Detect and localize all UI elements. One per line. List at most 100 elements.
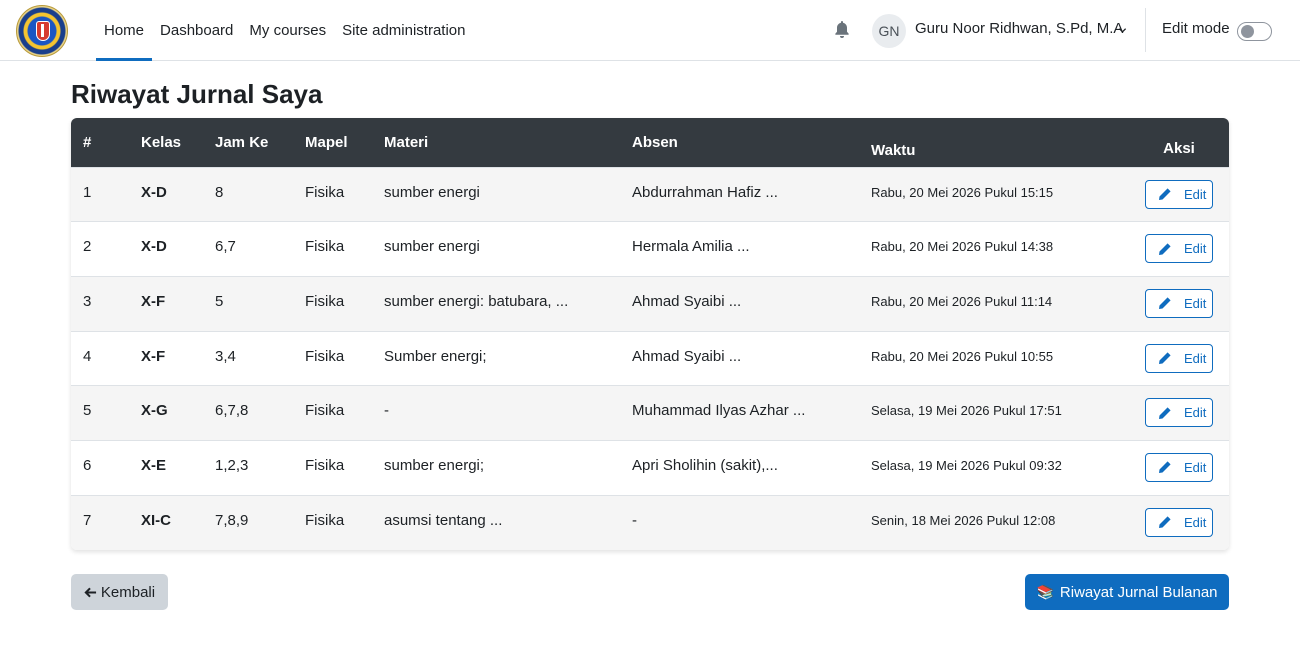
cell-kelas: X-D — [141, 183, 167, 201]
books-icon: 📚 — [1036, 583, 1054, 600]
cell-waktu: Senin, 18 Mei 2026 Pukul 12:08 — [871, 512, 1056, 528]
cell-mapel: Fisika — [305, 456, 345, 474]
cell-mapel: Fisika — [305, 347, 345, 365]
edit-button[interactable]: Edit — [1145, 507, 1213, 537]
header-aksi: Aksi — [1163, 139, 1195, 157]
cell-absen: - — [632, 511, 637, 529]
cell-waktu: Selasa, 19 Mei 2026 Pukul 09:32 — [871, 457, 1062, 473]
table-row: 5 X-G 6,7,8 Fisika - Muhammad Ilyas Azhar ...… — [71, 385, 1229, 441]
nav-link-my-courses[interactable]: My courses — [241, 0, 334, 61]
toggle-knob — [1241, 25, 1254, 38]
notification-bell-icon[interactable] — [834, 21, 850, 39]
cell-mapel: Fisika — [305, 511, 345, 529]
header-mapel: Mapel — [305, 133, 348, 151]
cell-jam-ke: 6,7,8 — [215, 402, 249, 420]
table-header-row: # Kelas Jam Ke Mapel Materi Absen Waktu … — [71, 118, 1229, 167]
table-body: 1 X-D 8 Fisika sumber energi Abdurrahman Hafi… — [71, 167, 1229, 550]
header-no: # — [83, 133, 92, 151]
cell-no: 7 — [83, 511, 92, 529]
table-row: 1 X-D 8 Fisika sumber energi Abdurrahman Hafi… — [71, 167, 1229, 222]
cell-absen: Apri Sholihin (sakit),... — [632, 456, 778, 474]
header-materi: Materi — [384, 133, 429, 151]
edit-button[interactable]: Edit — [1145, 452, 1213, 482]
cell-materi: sumber energi — [384, 183, 480, 201]
edit-button-label: Edit — [1184, 295, 1207, 311]
cell-materi: sumber energi — [384, 238, 480, 256]
cell-jam-ke: 5 — [215, 292, 224, 310]
navbar-divider — [1145, 8, 1146, 52]
cell-materi: sumber energi; — [384, 456, 485, 474]
edit-button[interactable]: Edit — [1145, 343, 1213, 373]
pencil-icon — [1159, 188, 1171, 200]
cell-absen: Muhammad Ilyas Azhar ... — [632, 402, 806, 420]
cell-kelas: XI-C — [141, 511, 171, 529]
primary-nav: Home Dashboard My courses Site administr… — [96, 0, 474, 61]
cell-no: 2 — [83, 238, 92, 256]
monthly-history-button[interactable]: 📚 Riwayat Jurnal Bulanan — [1025, 574, 1229, 610]
cell-materi: - — [384, 402, 389, 420]
edit-button-label: Edit — [1184, 405, 1207, 421]
cell-mapel: Fisika — [305, 183, 345, 201]
table-row: 2 X-D 6,7 Fisika sumber energi Hermala Amilia… — [71, 221, 1229, 277]
cell-absen: Ahmad Syaibi ... — [632, 347, 742, 365]
cell-jam-ke: 7,8,9 — [215, 511, 249, 529]
school-logo[interactable] — [16, 5, 68, 57]
logo-mark-icon — [41, 24, 44, 37]
cell-kelas: X-F — [141, 347, 166, 365]
user-menu-name[interactable]: Guru Noor Ridhwan, S.Pd, M.A — [915, 20, 1123, 37]
edit-mode-toggle[interactable] — [1237, 22, 1272, 41]
cell-waktu: Rabu, 20 Mei 2026 Pukul 11:14 — [871, 293, 1053, 309]
nav-link-home[interactable]: Home — [96, 0, 153, 61]
header-absen: Absen — [632, 133, 678, 151]
chevron-down-icon[interactable] — [1118, 26, 1127, 35]
table-row: 4 X-F 3,4 Fisika Sumber energi; Ahmad Syaibi … — [71, 331, 1229, 386]
pencil-icon — [1159, 352, 1171, 365]
cell-waktu: Rabu, 20 Mei 2026 Pukul 15:15 — [871, 184, 1054, 200]
edit-button[interactable]: Edit — [1145, 398, 1213, 428]
cell-jam-ke: 3,4 — [215, 347, 236, 365]
cell-no: 4 — [83, 347, 92, 365]
cell-aksi: Edit — [1129, 331, 1229, 386]
header-jam-ke: Jam Ke — [215, 133, 269, 151]
cell-waktu: Selasa, 19 Mei 2026 Pukul 17:51 — [871, 403, 1062, 419]
cell-aksi: Edit — [1129, 495, 1229, 550]
nav-link-site-administration[interactable]: Site administration — [334, 0, 473, 61]
nav-link-dashboard[interactable]: Dashboard — [152, 0, 241, 61]
back-button-label: Kembali — [100, 583, 156, 601]
cell-no: 6 — [83, 456, 92, 474]
cell-jam-ke: 8 — [215, 183, 224, 201]
journal-table: # Kelas Jam Ke Mapel Materi Absen Waktu … — [71, 118, 1229, 550]
cell-kelas: X-G — [141, 402, 168, 420]
pencil-icon — [1159, 297, 1171, 310]
top-navbar: Home Dashboard My courses Site administr… — [0, 0, 1300, 61]
cell-absen: Abdurrahman Hafiz ... — [632, 183, 778, 201]
cell-materi: asumsi tentang ... — [384, 511, 503, 529]
cell-mapel: Fisika — [305, 238, 345, 256]
cell-materi: sumber energi: batubara, ... — [384, 292, 569, 310]
edit-button[interactable]: Edit — [1145, 288, 1213, 318]
journal-table-wrapper: # Kelas Jam Ke Mapel Materi Absen Waktu … — [71, 118, 1229, 550]
pencil-icon — [1159, 407, 1171, 419]
cell-no: 5 — [83, 402, 92, 420]
edit-button-label: Edit — [1184, 459, 1207, 475]
pencil-icon — [1159, 461, 1171, 474]
edit-button[interactable]: Edit — [1145, 234, 1213, 264]
cell-kelas: X-E — [141, 456, 167, 474]
cell-mapel: Fisika — [305, 292, 345, 310]
cell-aksi: Edit — [1129, 440, 1229, 495]
cell-no: 3 — [83, 292, 92, 310]
back-button[interactable]: Kembali — [71, 574, 168, 610]
table-row: 6 X-E 1,2,3 Fisika sumber energi; Apri Sholih… — [71, 440, 1229, 496]
cell-jam-ke: 1,2,3 — [215, 456, 249, 474]
cell-materi: Sumber energi; — [384, 347, 487, 365]
cell-absen: Ahmad Syaibi ... — [632, 292, 742, 310]
page-title: Riwayat Jurnal Saya — [71, 79, 323, 109]
cell-kelas: X-F — [141, 292, 166, 310]
cell-waktu: Rabu, 20 Mei 2026 Pukul 10:55 — [871, 348, 1054, 364]
cell-aksi: Edit — [1129, 276, 1229, 331]
pencil-icon — [1159, 516, 1171, 529]
edit-button[interactable]: Edit — [1145, 179, 1213, 209]
cell-jam-ke: 6,7 — [215, 238, 236, 256]
arrow-left-icon — [84, 587, 96, 597]
user-avatar[interactable]: GN — [872, 14, 906, 48]
